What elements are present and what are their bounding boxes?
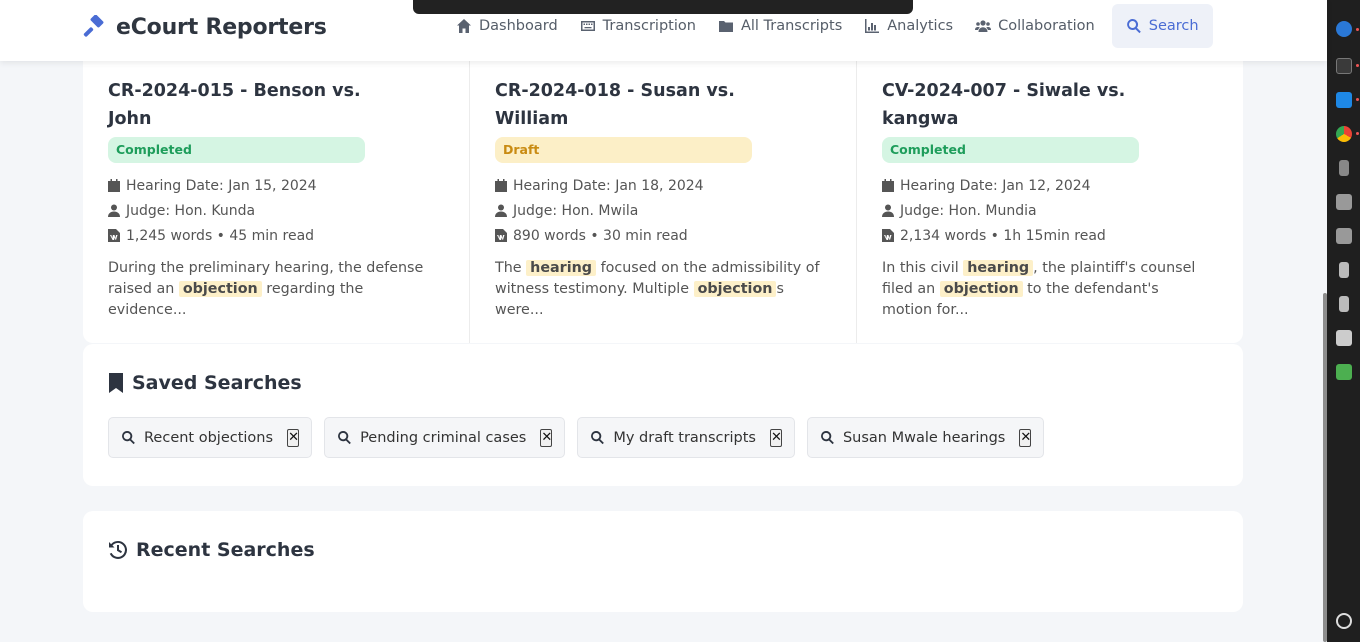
search-results: CR-2024-015 - Benson vs. John Completed … bbox=[83, 61, 1243, 343]
trash-icon[interactable] bbox=[1336, 364, 1352, 380]
word-count: 890 words • 30 min read bbox=[495, 223, 831, 248]
terminal-icon[interactable] bbox=[1336, 58, 1352, 74]
saved-search-chip[interactable]: Susan Mwale hearings ✕ bbox=[806, 417, 1045, 458]
running-indicator bbox=[1356, 98, 1359, 101]
drive-icon[interactable] bbox=[1339, 262, 1349, 278]
nav-label: Analytics bbox=[887, 18, 954, 34]
settings-icon[interactable] bbox=[1336, 613, 1352, 629]
overlay-bar bbox=[413, 0, 913, 14]
nav-label: All Transcripts bbox=[740, 18, 843, 34]
remove-saved-search-button[interactable]: ✕ bbox=[287, 428, 300, 447]
hearing-date: Hearing Date: Jan 12, 2024 bbox=[882, 173, 1218, 198]
running-indicator bbox=[1356, 64, 1359, 67]
nav-label: Collaboration bbox=[998, 18, 1095, 34]
case-title[interactable]: CR-2024-018 - Susan vs. William bbox=[495, 77, 755, 133]
hearing-date: Hearing Date: Jan 15, 2024 bbox=[108, 173, 444, 198]
case-title[interactable]: CV-2024-007 - Siwale vs. kangwa bbox=[882, 77, 1142, 133]
remove-saved-search-button[interactable]: ✕ bbox=[1019, 428, 1032, 447]
saved-search-label: Susan Mwale hearings bbox=[842, 429, 1006, 446]
vscode-icon[interactable] bbox=[1336, 92, 1352, 108]
nav-search[interactable]: Search bbox=[1111, 4, 1213, 48]
keyboard-icon bbox=[580, 21, 595, 31]
user-icon bbox=[495, 204, 507, 217]
case-card[interactable]: CR-2024-015 - Benson vs. John Completed … bbox=[83, 61, 469, 343]
search-icon bbox=[122, 430, 135, 445]
hearing-date: Hearing Date: Jan 18, 2024 bbox=[495, 173, 831, 198]
search-icon bbox=[821, 430, 834, 445]
system-dock bbox=[1327, 0, 1360, 642]
highlighted-term: objection bbox=[693, 281, 777, 297]
document-icon bbox=[108, 229, 120, 242]
search-icon bbox=[591, 430, 605, 445]
screenshot-icon[interactable] bbox=[1336, 330, 1352, 346]
excerpt: In this civil hearing, the plaintiff's c… bbox=[882, 258, 1212, 321]
history-icon bbox=[109, 540, 128, 559]
remove-saved-search-button[interactable]: ✕ bbox=[540, 428, 553, 447]
excerpt-text: The bbox=[495, 260, 527, 276]
remove-saved-search-button[interactable]: ✕ bbox=[769, 428, 782, 447]
drive-icon[interactable] bbox=[1339, 296, 1349, 312]
user-icon bbox=[108, 204, 120, 217]
status-badge: Draft bbox=[495, 137, 752, 163]
highlighted-term: hearing bbox=[526, 260, 597, 276]
nav-label: Transcription bbox=[602, 18, 696, 34]
help-icon[interactable] bbox=[1336, 21, 1352, 37]
judge: Judge: Hon. Mundia bbox=[882, 198, 1218, 223]
nav-label: Dashboard bbox=[479, 18, 558, 34]
case-card[interactable]: CV-2024-007 - Siwale vs. kangwa Complete… bbox=[856, 61, 1243, 343]
gavel-icon bbox=[83, 15, 104, 37]
saved-search-chip[interactable]: Pending criminal cases ✕ bbox=[324, 417, 566, 458]
saved-search-list: Recent objections ✕ Pending criminal cas… bbox=[108, 417, 1218, 458]
word-count: 1,245 words • 45 min read bbox=[108, 223, 444, 248]
home-icon bbox=[457, 19, 471, 33]
case-card[interactable]: CR-2024-018 - Susan vs. William Draft He… bbox=[469, 61, 856, 343]
search-icon bbox=[338, 430, 351, 445]
word-count: 2,134 words • 1h 15min read bbox=[882, 223, 1218, 248]
nav-collaboration[interactable]: Collaboration bbox=[964, 4, 1106, 48]
running-indicator bbox=[1356, 132, 1359, 135]
judge: Judge: Hon. Kunda bbox=[108, 198, 444, 223]
highlighted-term: hearing bbox=[963, 260, 1034, 276]
brand[interactable]: eCourt Reporters bbox=[82, 12, 327, 42]
section-title: Saved Searches bbox=[132, 372, 302, 394]
calendar-icon bbox=[882, 179, 894, 192]
search-icon bbox=[1126, 19, 1141, 34]
saved-search-chip[interactable]: My draft transcripts ✕ bbox=[577, 417, 795, 458]
user-icon bbox=[882, 204, 894, 217]
excerpt-text: In this civil bbox=[882, 260, 964, 276]
calendar-icon bbox=[495, 179, 507, 192]
nav-label: Search bbox=[1148, 18, 1199, 34]
bookmark-icon bbox=[109, 373, 123, 393]
chrome-icon[interactable] bbox=[1336, 126, 1352, 142]
section-title: Recent Searches bbox=[136, 539, 315, 561]
recent-searches-panel: Recent Searches bbox=[83, 511, 1243, 612]
saved-search-label: Recent objections bbox=[144, 429, 274, 446]
folder-icon bbox=[718, 21, 733, 32]
status-badge: Completed bbox=[882, 137, 1139, 163]
brand-name: eCourt Reporters bbox=[116, 14, 327, 40]
saved-search-label: Pending criminal cases bbox=[360, 429, 527, 446]
case-title[interactable]: CR-2024-015 - Benson vs. John bbox=[108, 77, 368, 133]
excerpt: During the preliminary hearing, the defe… bbox=[108, 258, 438, 321]
drive-icon[interactable] bbox=[1339, 160, 1349, 176]
document-icon bbox=[495, 229, 507, 242]
document-icon bbox=[882, 229, 894, 242]
saved-searches-panel: Saved Searches Recent objections ✕ Pendi… bbox=[83, 344, 1243, 486]
highlighted-term: objection bbox=[178, 281, 262, 297]
status-badge: Completed bbox=[108, 137, 365, 163]
running-indicator bbox=[1356, 28, 1359, 31]
disk-icon[interactable] bbox=[1336, 228, 1352, 244]
calendar-icon bbox=[108, 179, 120, 192]
judge: Judge: Hon. Mwila bbox=[495, 198, 831, 223]
highlighted-term: objection bbox=[939, 281, 1023, 297]
chart-icon bbox=[865, 19, 880, 33]
disk-icon[interactable] bbox=[1336, 194, 1352, 210]
excerpt: The hearing focused on the admissibility… bbox=[495, 258, 825, 321]
users-icon bbox=[975, 20, 992, 32]
saved-search-chip[interactable]: Recent objections ✕ bbox=[108, 417, 313, 458]
saved-search-label: My draft transcripts bbox=[613, 429, 756, 446]
